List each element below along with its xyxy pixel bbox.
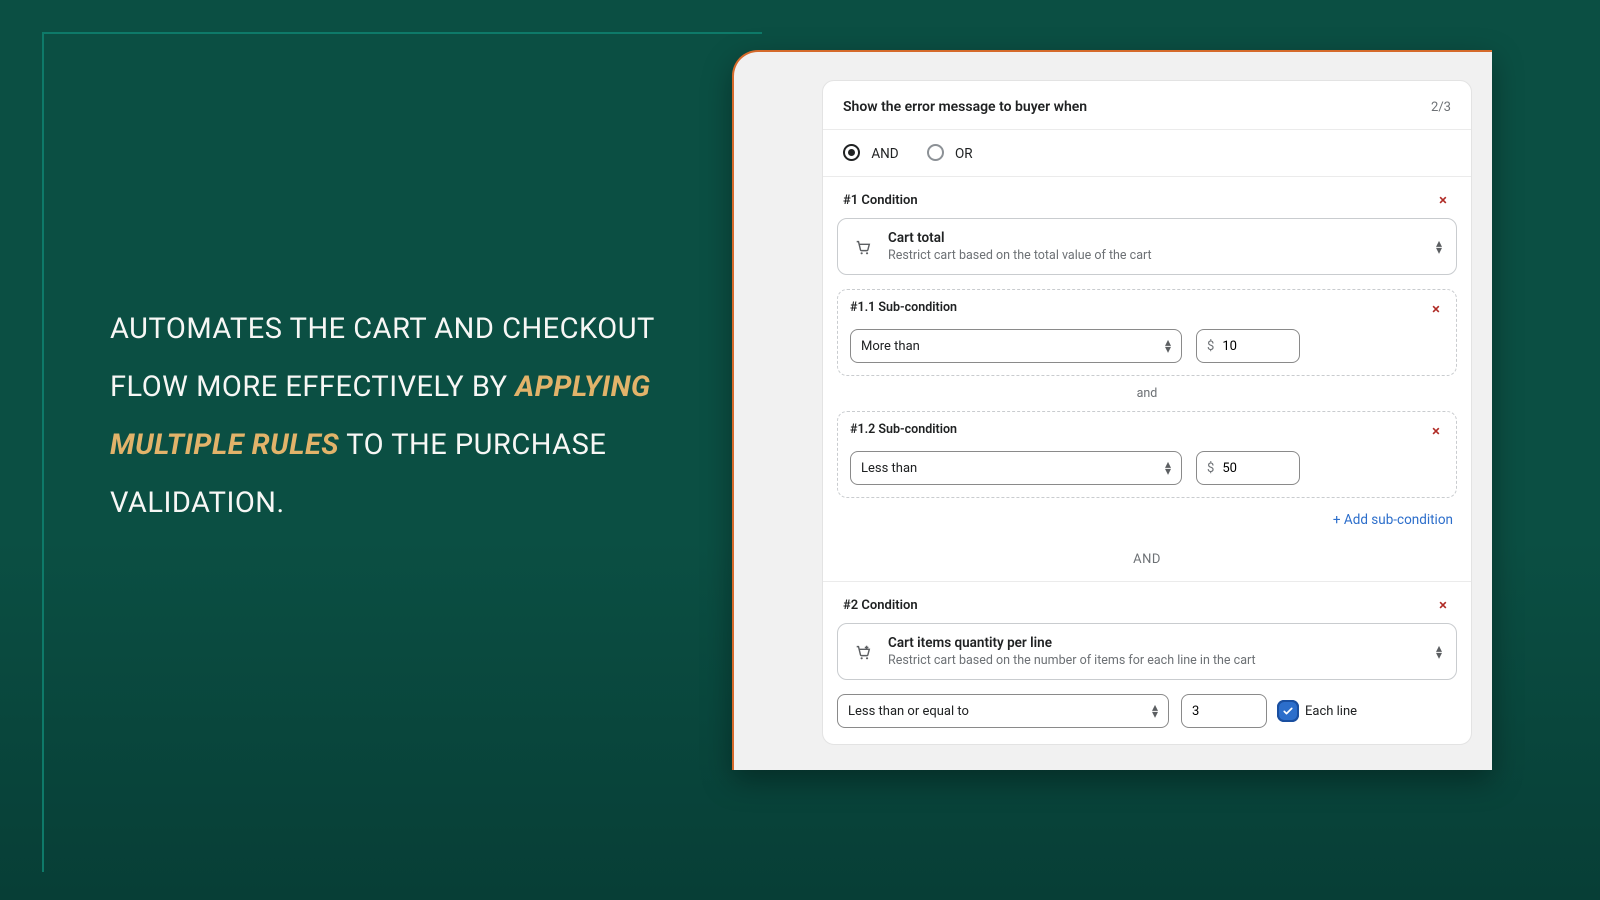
delete-subcondition-1-2-button[interactable]: × bbox=[1428, 422, 1444, 441]
condition2-type-desc: Restrict cart based on the number of ite… bbox=[888, 653, 1422, 668]
condition1-type-title: Cart total bbox=[888, 230, 1422, 246]
cart-icon bbox=[852, 238, 874, 256]
condition2-operator-select[interactable]: Less than or equal to ▴▾ bbox=[837, 694, 1169, 728]
condition2-label: #2 Condition bbox=[843, 598, 918, 613]
logic-and-option[interactable]: AND bbox=[843, 144, 899, 162]
delete-condition2-button[interactable]: × bbox=[1435, 596, 1451, 615]
subcondition-1-2: #1.2 Sub-condition × Less than ▴▾ $ 50 bbox=[837, 411, 1457, 498]
subcondition-1-2-value: 50 bbox=[1222, 461, 1237, 476]
rules-panel: Show the error message to buyer when 2/3… bbox=[732, 50, 1492, 770]
chevron-updown-icon: ▴▾ bbox=[1165, 339, 1171, 353]
chevron-updown-icon: ▴▾ bbox=[1165, 461, 1171, 475]
condition2-value-input[interactable]: 3 bbox=[1181, 694, 1267, 728]
radio-icon bbox=[843, 144, 860, 161]
subcondition-1-1-value: 10 bbox=[1222, 339, 1237, 354]
condition2-value: 3 bbox=[1192, 704, 1199, 719]
step-indicator: 2/3 bbox=[1431, 100, 1451, 115]
rules-card: Show the error message to buyer when 2/3… bbox=[822, 80, 1472, 745]
checkbox-checked-icon bbox=[1279, 702, 1297, 720]
subcondition-1-1-operator-value: More than bbox=[861, 339, 920, 354]
condition2-type-title: Cart items quantity per line bbox=[888, 635, 1422, 651]
each-line-label: Each line bbox=[1305, 704, 1357, 719]
each-line-toggle[interactable]: Each line bbox=[1279, 702, 1357, 720]
condition2-operator-value: Less than or equal to bbox=[848, 704, 969, 719]
subcondition-1-2-value-input[interactable]: $ 50 bbox=[1196, 451, 1300, 485]
subcondition-1-1-value-input[interactable]: $ 10 bbox=[1196, 329, 1300, 363]
condition-joiner: AND bbox=[823, 532, 1471, 581]
subcondition-1-1-label: #1.1 Sub-condition bbox=[850, 300, 957, 319]
hero-copy: AUTOMATES THE CART AND CHECKOUT FLOW MOR… bbox=[110, 300, 700, 532]
logic-and-label: AND bbox=[871, 146, 898, 162]
condition1-type-desc: Restrict cart based on the total value o… bbox=[888, 248, 1422, 263]
delete-condition1-button[interactable]: × bbox=[1435, 191, 1451, 210]
chevron-updown-icon: ▴▾ bbox=[1152, 704, 1158, 718]
condition2-type-select[interactable]: Cart items quantity per line Restrict ca… bbox=[837, 623, 1457, 680]
cart-items-icon bbox=[852, 643, 874, 661]
radio-icon bbox=[927, 144, 944, 161]
subcondition-1-2-label: #1.2 Sub-condition bbox=[850, 422, 957, 441]
card-title: Show the error message to buyer when bbox=[843, 99, 1087, 115]
delete-subcondition-1-1-button[interactable]: × bbox=[1428, 300, 1444, 319]
subcondition-1-2-operator-value: Less than bbox=[861, 461, 917, 476]
subcondition-1-2-operator-select[interactable]: Less than ▴▾ bbox=[850, 451, 1182, 485]
logic-or-option[interactable]: OR bbox=[927, 144, 973, 162]
plus-icon: + bbox=[1333, 512, 1344, 528]
condition1-label: #1 Condition bbox=[843, 193, 918, 208]
condition1-type-select[interactable]: Cart total Restrict cart based on the to… bbox=[837, 218, 1457, 275]
currency-symbol: $ bbox=[1207, 461, 1214, 476]
subcondition-joiner: and bbox=[823, 376, 1471, 411]
add-sub-condition-label: Add sub-condition bbox=[1344, 512, 1453, 528]
add-sub-condition-button[interactable]: + Add sub-condition bbox=[823, 498, 1471, 532]
subcondition-1-1-operator-select[interactable]: More than ▴▾ bbox=[850, 329, 1182, 363]
logic-or-label: OR bbox=[955, 146, 973, 162]
subcondition-1-1: #1.1 Sub-condition × More than ▴▾ $ 10 bbox=[837, 289, 1457, 376]
chevron-updown-icon: ▴▾ bbox=[1436, 645, 1442, 659]
currency-symbol: $ bbox=[1207, 339, 1214, 354]
chevron-updown-icon: ▴▾ bbox=[1436, 240, 1442, 254]
